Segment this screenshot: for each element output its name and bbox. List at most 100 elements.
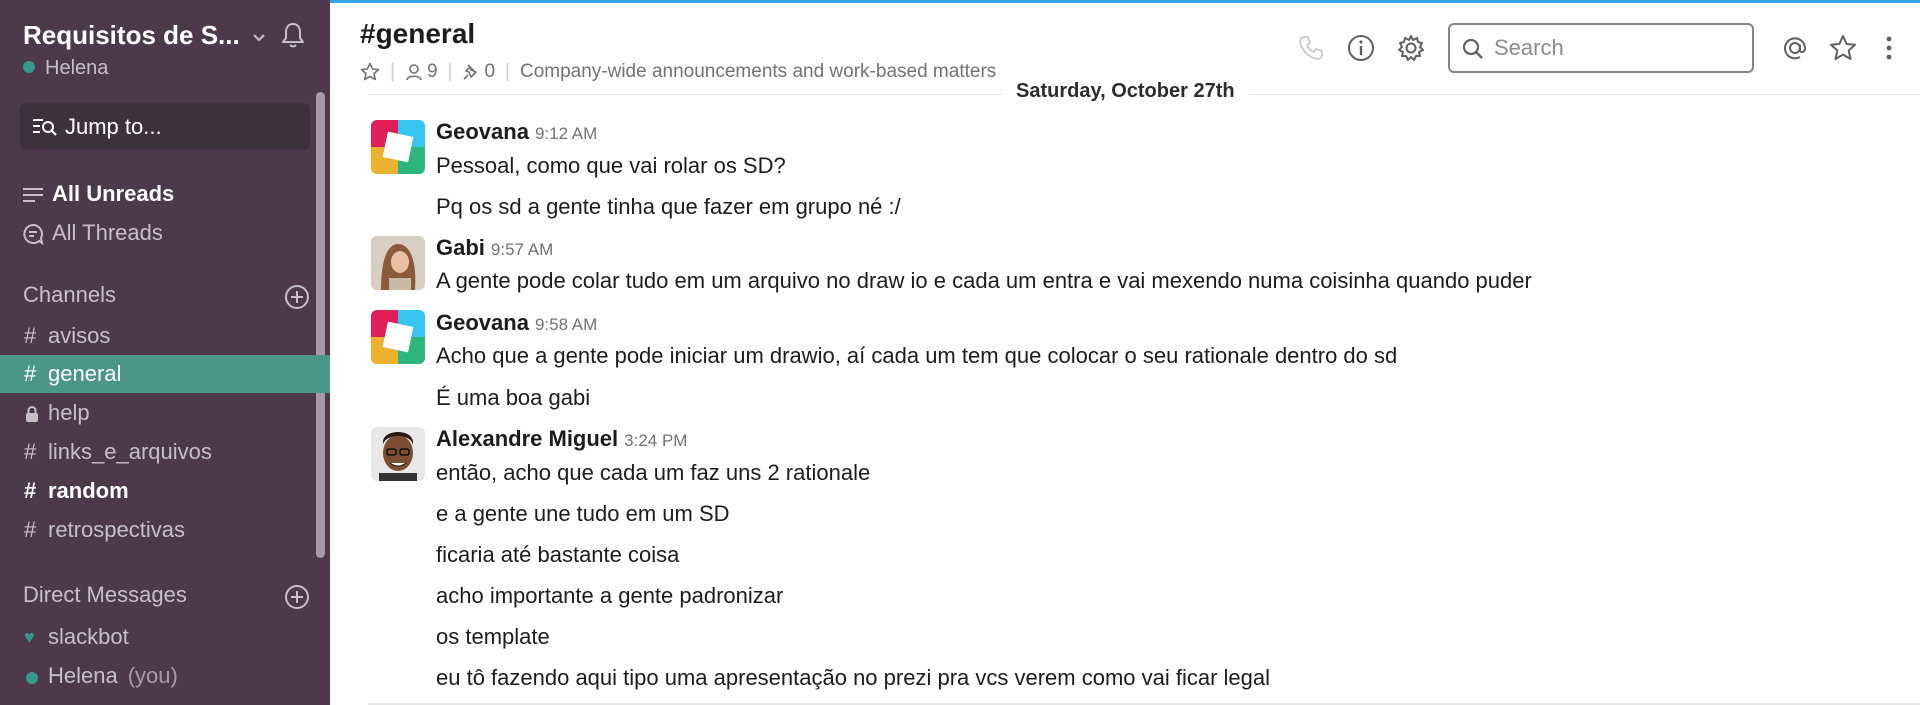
- channel-topic[interactable]: Company-wide announcements and work-base…: [520, 61, 996, 83]
- add-channel-icon[interactable]: [284, 284, 310, 310]
- pin-count[interactable]: 0: [484, 61, 495, 83]
- info-icon[interactable]: [1346, 33, 1376, 63]
- author-name[interactable]: Geovana: [436, 310, 529, 335]
- hash-icon: #: [24, 323, 37, 348]
- lock-icon: [26, 406, 38, 422]
- direct-messages-heading-label: Direct Messages: [23, 582, 187, 607]
- meta-separator: |: [447, 61, 453, 82]
- channels-heading-label: Channels: [23, 282, 116, 307]
- pin-icon[interactable]: [462, 63, 480, 81]
- channel-links-e-arquivos[interactable]: # links_e_arquivos: [0, 433, 330, 471]
- sidebar-item-all-threads[interactable]: All Threads: [0, 215, 330, 251]
- avatar-geovana[interactable]: [371, 310, 425, 364]
- search-icon: [1462, 38, 1483, 59]
- author-name[interactable]: Gabi: [436, 235, 485, 260]
- sidebar-item-all-unreads[interactable]: All Unreads: [0, 176, 330, 212]
- timestamp[interactable]: 3:24 PM: [624, 431, 687, 450]
- gear-icon[interactable]: [1396, 33, 1426, 63]
- mentions-icon[interactable]: [1780, 33, 1810, 63]
- message-text: eu tô fazendo aqui tipo uma apresentação…: [436, 665, 1271, 690]
- you-suffix: (you): [127, 663, 178, 688]
- message-text: A gente pode colar tudo em um arquivo no…: [436, 268, 1532, 293]
- list-icon: [23, 188, 43, 202]
- star-icon[interactable]: [360, 62, 380, 82]
- channel-label: general: [48, 361, 122, 386]
- channel-general[interactable]: # general: [0, 355, 330, 393]
- dm-slackbot[interactable]: ♥ slackbot: [0, 618, 330, 656]
- timestamp[interactable]: 9:12 AM: [535, 124, 597, 143]
- channel-label: help: [48, 400, 90, 425]
- hash-icon: #: [24, 361, 37, 386]
- author-name[interactable]: Alexandre Miguel: [436, 426, 618, 451]
- message-header: Alexandre Miguel 3:24 PM: [436, 426, 687, 452]
- avatar-geovana[interactable]: [371, 120, 425, 174]
- slack-logo-avatar: [371, 120, 425, 174]
- message-header: Gabi 9:57 AM: [436, 235, 553, 261]
- jump-to-button[interactable]: Jump to...: [20, 103, 310, 150]
- channel-meta: | 9 | 0 | Company-wide announcements and…: [360, 58, 996, 86]
- day-divider-label: Saturday, October 27th: [1002, 80, 1249, 103]
- add-dm-icon[interactable]: [284, 584, 310, 610]
- message-header: Geovana 9:58 AM: [436, 310, 597, 336]
- phone-icon[interactable]: [1296, 33, 1326, 63]
- bell-icon[interactable]: [277, 20, 309, 52]
- threads-icon: [23, 223, 44, 245]
- sidebar-item-label: All Unreads: [52, 181, 175, 206]
- meta-separator: |: [505, 61, 510, 82]
- direct-messages-heading[interactable]: Direct Messages: [23, 582, 318, 612]
- message-text: Acho que a gente pode iniciar um drawio,…: [436, 343, 1398, 368]
- meta-separator: |: [390, 61, 395, 82]
- presence-dot: [23, 61, 35, 73]
- author-name[interactable]: Geovana: [436, 119, 529, 144]
- message-text: os template: [436, 624, 550, 649]
- message-text: É uma boa gabi: [436, 385, 591, 410]
- dm-helena[interactable]: Helena (you): [0, 657, 330, 695]
- heart-icon: ♥: [24, 627, 35, 647]
- team-name[interactable]: Requisitos de S...: [23, 20, 240, 51]
- message-text: Pq os sd a gente tinha que fazer em grup…: [436, 194, 901, 219]
- channel-random[interactable]: # random: [0, 472, 330, 510]
- photo-avatar: [371, 236, 425, 290]
- channel-retrospectivas[interactable]: # retrospectivas: [0, 511, 330, 549]
- current-user[interactable]: Helena: [23, 57, 108, 81]
- message-text: então, acho que cada um faz uns 2 ration…: [436, 460, 871, 485]
- slack-logo-avatar: [371, 310, 425, 364]
- hash-icon: #: [24, 517, 37, 542]
- timestamp[interactable]: 9:57 AM: [491, 240, 553, 259]
- sidebar: Requisitos de S... Helena Jump to... All…: [0, 0, 330, 705]
- avatar-gabi[interactable]: [371, 236, 425, 290]
- avatar-alexandre-miguel[interactable]: [371, 427, 425, 481]
- chevron-down-icon[interactable]: [249, 28, 269, 48]
- channels-heading[interactable]: Channels: [23, 282, 318, 312]
- channel-label: links_e_arquivos: [48, 439, 212, 464]
- current-user-name: Helena: [45, 57, 109, 79]
- search-box[interactable]: [1448, 23, 1754, 73]
- jump-search-icon: [33, 119, 57, 136]
- search-input[interactable]: [1494, 34, 1744, 62]
- jump-to-label: Jump to...: [65, 114, 162, 139]
- sidebar-item-label: All Threads: [52, 220, 163, 245]
- channel-help[interactable]: help: [0, 394, 330, 432]
- team-menu[interactable]: Requisitos de S...: [23, 20, 323, 60]
- dm-name: Helena: [48, 663, 118, 688]
- presence-dot: [26, 672, 38, 684]
- members-icon[interactable]: [405, 63, 423, 81]
- message-text: e a gente une tudo em um SD: [436, 501, 730, 526]
- message-header: Geovana 9:12 AM: [436, 119, 597, 145]
- hash-icon: #: [24, 439, 37, 464]
- dm-label: Helena (you): [48, 663, 178, 689]
- channel-avisos[interactable]: # avisos: [0, 317, 330, 355]
- message-text: acho importante a gente padronizar: [436, 583, 784, 608]
- member-count[interactable]: 9: [427, 61, 438, 83]
- timestamp[interactable]: 9:58 AM: [535, 315, 597, 334]
- more-options-icon[interactable]: [1874, 33, 1904, 63]
- channel-title[interactable]: #general: [360, 18, 475, 50]
- message-text: Pessoal, como que vai rolar os SD?: [436, 153, 786, 178]
- starred-items-icon[interactable]: [1828, 33, 1858, 63]
- channel-label: retrospectivas: [48, 517, 185, 542]
- message-text: ficaria até bastante coisa: [436, 542, 680, 567]
- dm-label: slackbot: [48, 624, 129, 649]
- channel-label: random: [48, 478, 129, 503]
- hash-icon: #: [24, 478, 37, 503]
- channel-label: avisos: [48, 323, 111, 348]
